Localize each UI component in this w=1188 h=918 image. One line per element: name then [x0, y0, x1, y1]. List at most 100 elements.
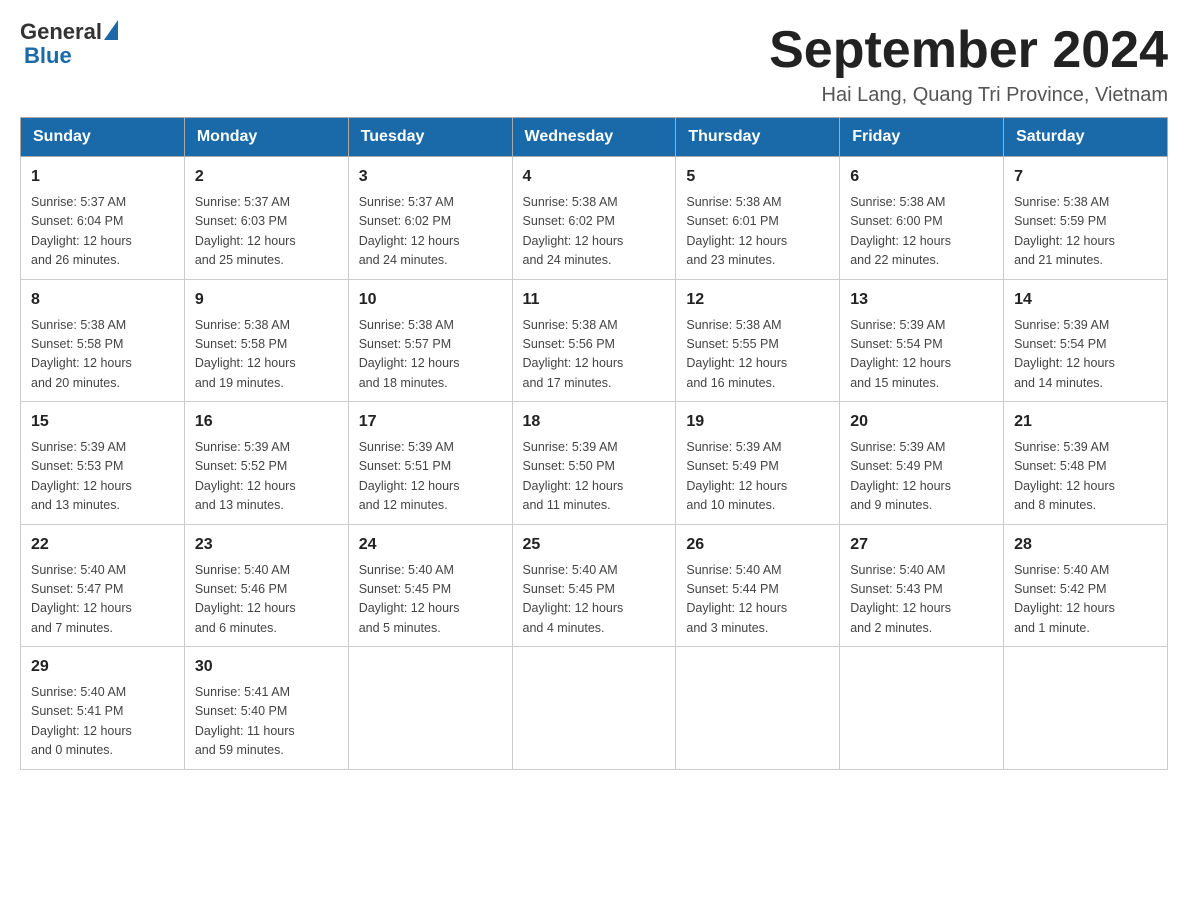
day-info: Sunrise: 5:39 AMSunset: 5:50 PMDaylight:…: [523, 438, 666, 516]
calendar-cell: 12 Sunrise: 5:38 AMSunset: 5:55 PMDayligh…: [676, 279, 840, 402]
day-number: 30: [195, 655, 338, 679]
day-number: 24: [359, 533, 502, 557]
day-number: 11: [523, 288, 666, 312]
day-number: 15: [31, 410, 174, 434]
day-number: 20: [850, 410, 993, 434]
calendar-cell: 6 Sunrise: 5:38 AMSunset: 6:00 PMDaylight…: [840, 157, 1004, 280]
header-day-saturday: Saturday: [1004, 118, 1168, 157]
day-info: Sunrise: 5:39 AMSunset: 5:53 PMDaylight:…: [31, 438, 174, 516]
calendar-cell: 20 Sunrise: 5:39 AMSunset: 5:49 PMDayligh…: [840, 402, 1004, 525]
calendar-cell: 15 Sunrise: 5:39 AMSunset: 5:53 PMDayligh…: [21, 402, 185, 525]
day-number: 12: [686, 288, 829, 312]
calendar-cell: 2 Sunrise: 5:37 AMSunset: 6:03 PMDaylight…: [184, 157, 348, 280]
calendar-cell: 8 Sunrise: 5:38 AMSunset: 5:58 PMDaylight…: [21, 279, 185, 402]
calendar-cell: 26 Sunrise: 5:40 AMSunset: 5:44 PMDayligh…: [676, 524, 840, 647]
week-row-2: 8 Sunrise: 5:38 AMSunset: 5:58 PMDaylight…: [21, 279, 1168, 402]
day-number: 10: [359, 288, 502, 312]
calendar-cell: 10 Sunrise: 5:38 AMSunset: 5:57 PMDayligh…: [348, 279, 512, 402]
day-number: 22: [31, 533, 174, 557]
week-row-3: 15 Sunrise: 5:39 AMSunset: 5:53 PMDayligh…: [21, 402, 1168, 525]
day-info: Sunrise: 5:38 AMSunset: 5:57 PMDaylight:…: [359, 316, 502, 394]
title-section: September 2024 Hai Lang, Quang Tri Provi…: [769, 20, 1168, 107]
day-info: Sunrise: 5:38 AMSunset: 5:56 PMDaylight:…: [523, 316, 666, 394]
day-info: Sunrise: 5:38 AMSunset: 5:58 PMDaylight:…: [195, 316, 338, 394]
calendar-cell: 1 Sunrise: 5:37 AMSunset: 6:04 PMDaylight…: [21, 157, 185, 280]
day-number: 19: [686, 410, 829, 434]
day-info: Sunrise: 5:40 AMSunset: 5:45 PMDaylight:…: [359, 561, 502, 639]
day-number: 29: [31, 655, 174, 679]
day-number: 26: [686, 533, 829, 557]
day-number: 1: [31, 165, 174, 189]
day-number: 2: [195, 165, 338, 189]
day-info: Sunrise: 5:38 AMSunset: 6:01 PMDaylight:…: [686, 193, 829, 271]
day-number: 28: [1014, 533, 1157, 557]
day-number: 27: [850, 533, 993, 557]
day-info: Sunrise: 5:40 AMSunset: 5:47 PMDaylight:…: [31, 561, 174, 639]
page-header: General Blue September 2024 Hai Lang, Qu…: [20, 20, 1168, 107]
day-info: Sunrise: 5:38 AMSunset: 5:58 PMDaylight:…: [31, 316, 174, 394]
calendar-cell: 21 Sunrise: 5:39 AMSunset: 5:48 PMDayligh…: [1004, 402, 1168, 525]
calendar-cell: 19Sunrise: 5:39 AMSunset: 5:49 PMDayligh…: [676, 402, 840, 525]
day-info: Sunrise: 5:39 AMSunset: 5:51 PMDaylight:…: [359, 438, 502, 516]
logo: General Blue: [20, 20, 118, 68]
day-number: 14: [1014, 288, 1157, 312]
calendar-cell: 14Sunrise: 5:39 AMSunset: 5:54 PMDayligh…: [1004, 279, 1168, 402]
calendar-cell: 30 Sunrise: 5:41 AMSunset: 5:40 PMDayligh…: [184, 647, 348, 770]
day-number: 4: [523, 165, 666, 189]
calendar-cell: 24 Sunrise: 5:40 AMSunset: 5:45 PMDayligh…: [348, 524, 512, 647]
day-number: 25: [523, 533, 666, 557]
day-info: Sunrise: 5:40 AMSunset: 5:42 PMDaylight:…: [1014, 561, 1157, 639]
week-row-5: 29 Sunrise: 5:40 AMSunset: 5:41 PMDayligh…: [21, 647, 1168, 770]
day-info: Sunrise: 5:37 AMSunset: 6:03 PMDaylight:…: [195, 193, 338, 271]
calendar-title: September 2024: [769, 20, 1168, 80]
day-info: Sunrise: 5:39 AMSunset: 5:48 PMDaylight:…: [1014, 438, 1157, 516]
calendar-cell: [512, 647, 676, 770]
day-info: Sunrise: 5:39 AMSunset: 5:54 PMDaylight:…: [850, 316, 993, 394]
week-row-4: 22 Sunrise: 5:40 AMSunset: 5:47 PMDayligh…: [21, 524, 1168, 647]
calendar-cell: 3 Sunrise: 5:37 AMSunset: 6:02 PMDaylight…: [348, 157, 512, 280]
day-number: 6: [850, 165, 993, 189]
calendar-cell: 16 Sunrise: 5:39 AMSunset: 5:52 PMDayligh…: [184, 402, 348, 525]
calendar-cell: 4 Sunrise: 5:38 AMSunset: 6:02 PMDaylight…: [512, 157, 676, 280]
day-info: Sunrise: 5:39 AMSunset: 5:52 PMDaylight:…: [195, 438, 338, 516]
calendar-cell: 7Sunrise: 5:38 AMSunset: 5:59 PMDaylight…: [1004, 157, 1168, 280]
logo-blue-text: Blue: [24, 44, 118, 68]
header-day-thursday: Thursday: [676, 118, 840, 157]
calendar-cell: 29 Sunrise: 5:40 AMSunset: 5:41 PMDayligh…: [21, 647, 185, 770]
day-info: Sunrise: 5:40 AMSunset: 5:45 PMDaylight:…: [523, 561, 666, 639]
calendar-cell: 17 Sunrise: 5:39 AMSunset: 5:51 PMDayligh…: [348, 402, 512, 525]
calendar-cell: 5 Sunrise: 5:38 AMSunset: 6:01 PMDaylight…: [676, 157, 840, 280]
day-number: 5: [686, 165, 829, 189]
day-info: Sunrise: 5:38 AMSunset: 5:55 PMDaylight:…: [686, 316, 829, 394]
calendar-cell: 27 Sunrise: 5:40 AMSunset: 5:43 PMDayligh…: [840, 524, 1004, 647]
calendar-cell: 13Sunrise: 5:39 AMSunset: 5:54 PMDayligh…: [840, 279, 1004, 402]
day-info: Sunrise: 5:40 AMSunset: 5:43 PMDaylight:…: [850, 561, 993, 639]
day-number: 23: [195, 533, 338, 557]
day-info: Sunrise: 5:40 AMSunset: 5:41 PMDaylight:…: [31, 683, 174, 761]
day-number: 8: [31, 288, 174, 312]
day-info: Sunrise: 5:37 AMSunset: 6:04 PMDaylight:…: [31, 193, 174, 271]
calendar-subtitle: Hai Lang, Quang Tri Province, Vietnam: [769, 84, 1168, 107]
calendar-cell: 18 Sunrise: 5:39 AMSunset: 5:50 PMDayligh…: [512, 402, 676, 525]
logo-triangle-icon: [104, 20, 118, 40]
day-number: 3: [359, 165, 502, 189]
day-info: Sunrise: 5:41 AMSunset: 5:40 PMDaylight:…: [195, 683, 338, 761]
calendar-cell: [348, 647, 512, 770]
calendar-cell: 22 Sunrise: 5:40 AMSunset: 5:47 PMDayligh…: [21, 524, 185, 647]
day-info: Sunrise: 5:37 AMSunset: 6:02 PMDaylight:…: [359, 193, 502, 271]
day-info: Sunrise: 5:39 AMSunset: 5:49 PMDaylight:…: [850, 438, 993, 516]
header-day-tuesday: Tuesday: [348, 118, 512, 157]
day-info: Sunrise: 5:38 AMSunset: 6:00 PMDaylight:…: [850, 193, 993, 271]
day-number: 16: [195, 410, 338, 434]
day-number: 18: [523, 410, 666, 434]
calendar-cell: 11 Sunrise: 5:38 AMSunset: 5:56 PMDayligh…: [512, 279, 676, 402]
day-number: 21: [1014, 410, 1157, 434]
day-info: Sunrise: 5:38 AMSunset: 6:02 PMDaylight:…: [523, 193, 666, 271]
day-info: Sunrise: 5:38 AMSunset: 5:59 PMDaylight:…: [1014, 193, 1157, 271]
day-number: 17: [359, 410, 502, 434]
day-info: Sunrise: 5:40 AMSunset: 5:46 PMDaylight:…: [195, 561, 338, 639]
calendar-header-row: SundayMondayTuesdayWednesdayThursdayFrid…: [21, 118, 1168, 157]
day-info: Sunrise: 5:40 AMSunset: 5:44 PMDaylight:…: [686, 561, 829, 639]
calendar-cell: [1004, 647, 1168, 770]
calendar-cell: 9Sunrise: 5:38 AMSunset: 5:58 PMDaylight…: [184, 279, 348, 402]
